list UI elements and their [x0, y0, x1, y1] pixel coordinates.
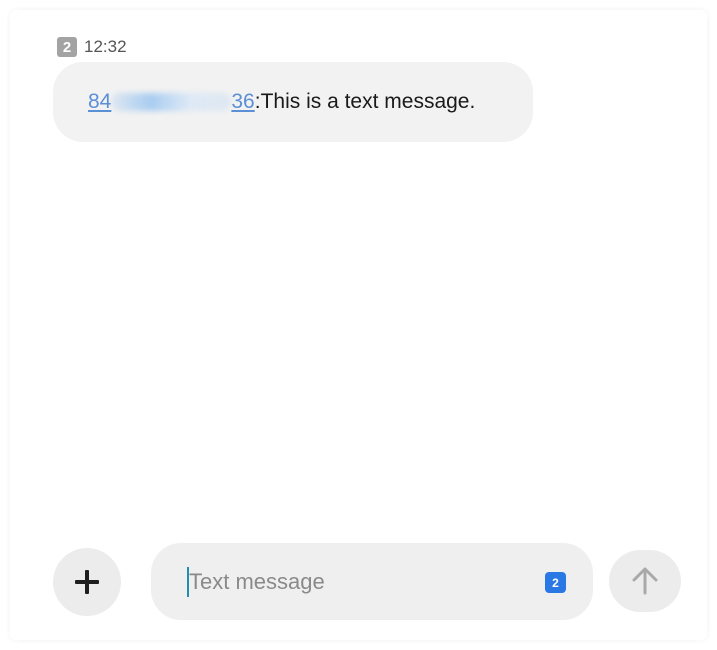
arrow-up-icon: [632, 567, 658, 595]
message-body: This is a text message.: [260, 90, 476, 113]
redacted-number: [111, 93, 232, 112]
message-input[interactable]: [189, 559, 519, 604]
sender-number-suffix: 36: [231, 90, 255, 113]
sender-number-prefix: 84: [88, 90, 112, 113]
message-composer[interactable]: 2: [151, 543, 593, 620]
attach-button[interactable]: [53, 548, 121, 616]
send-button[interactable]: [609, 550, 681, 612]
message-timestamp: 12:32: [84, 37, 127, 56]
message-bubble[interactable]: 84 36: This is a text message.: [53, 62, 533, 142]
sender-number-link[interactable]: 84 36: [88, 90, 255, 114]
plus-icon: [75, 570, 99, 594]
messaging-screen: 2 12:32 8436:This is a text message. 2: [0, 0, 717, 650]
sim-2-icon: 2: [57, 37, 77, 57]
message-header: 2 12:32: [57, 37, 127, 57]
sim-2-select-icon[interactable]: 2: [545, 572, 566, 593]
